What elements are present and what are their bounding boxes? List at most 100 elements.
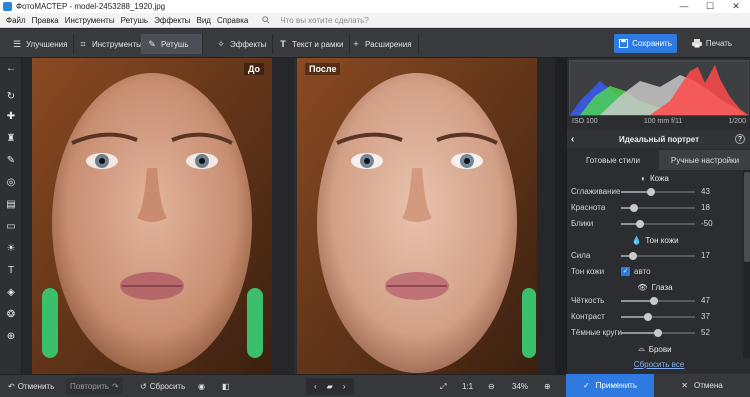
fill-icon[interactable]: ◈ [4,286,18,300]
gradient-icon[interactable]: ▤ [4,198,18,212]
prev-file-icon[interactable]: ‹ [314,382,317,391]
tab-retouch[interactable]: ✎ Ретушь [141,34,203,54]
zoom-1to1-button[interactable]: 1:1 [462,378,473,395]
tab-text-frames[interactable]: T Текст и рамки [272,34,351,54]
slider-track[interactable] [621,329,695,337]
rotate-icon[interactable]: ↻ [4,90,18,104]
tab-ready-styles[interactable]: Готовые стили [567,150,659,170]
redo-icon: ↷ [112,382,119,391]
compare-eye-button[interactable]: ◉ [198,378,205,395]
save-label: Сохранить [632,39,672,48]
brush-tool-icon[interactable]: ✎ [4,154,18,168]
cancel-button[interactable]: ✕ Отмена [654,374,750,397]
menu-help[interactable]: Справка [217,16,248,25]
magic-wand-icon: ✧ [217,39,225,49]
vignette-icon[interactable]: ▭ [4,220,18,234]
tab-label: Расширения [365,39,412,49]
iso-value: ISO 100 [572,118,598,125]
tab-label: Ретушь [161,39,189,49]
row-label: Контраст [571,312,605,321]
patch-icon[interactable]: ✚ [4,110,18,124]
apply-button[interactable]: ✓ Применить [566,374,654,397]
slider-fill [621,300,655,302]
save-button[interactable]: Сохранить [614,34,677,53]
undo-button[interactable]: ↶ Отменить [8,378,54,395]
slider-track[interactable] [621,220,695,228]
canvas-scrollbar[interactable] [555,58,566,374]
search-placeholder: Что вы хотите сделать? [280,15,369,25]
grid-icon[interactable]: ⊕ [4,330,18,344]
tab-tools[interactable]: ⌗ Инструменты [72,34,149,54]
reset-button[interactable]: ↺ Сбросить [140,378,185,395]
panel-scrollbar[interactable] [743,170,750,358]
back-chevron-icon[interactable]: ‹ [571,134,574,145]
menu-tools[interactable]: Инструменты [65,16,115,25]
stamp-icon[interactable]: ♜ [4,132,18,146]
slider-track[interactable] [621,313,695,321]
tab-manual-settings[interactable]: Ручные настройки [659,150,750,170]
auto-label: авто [634,267,651,276]
photo-before: До [32,58,272,374]
text-icon: T [280,39,286,49]
slider-knob[interactable] [635,220,644,228]
slider-knob[interactable] [629,204,638,212]
reset-all-link[interactable]: Сбросить все [567,360,750,372]
maximize-button[interactable]: ☐ [698,0,722,13]
slider-knob[interactable] [628,252,637,260]
menu-view[interactable]: Вид [196,16,210,25]
tab-label: Улучшения [26,39,68,49]
zoom-out-button[interactable]: ⊖ [488,378,495,395]
eye-icon: 👁 [637,282,648,292]
auto-checkbox[interactable]: ✓ [621,267,630,276]
slider-value: 43 [701,187,710,196]
row-label: Блики [571,219,594,228]
histogram-info: ISO 100 100 mm f/11 1/200 [569,118,749,128]
scroll-thumb[interactable] [744,172,750,262]
menu-search[interactable]: Что вы хотите сделать? [262,15,369,25]
slider-track[interactable] [621,188,695,196]
section-label: Брови [648,344,672,354]
zoom-in-button[interactable]: ⊕ [544,378,551,395]
help-icon[interactable]: ? [735,134,745,144]
redo-button[interactable]: Повторить ↷ [66,378,123,395]
slider-value: 18 [701,203,710,212]
slider-track[interactable] [621,252,695,260]
slider-track[interactable] [621,204,695,212]
menu-retouch[interactable]: Ретушь [121,16,149,25]
folder-icon[interactable]: ▰ [327,382,333,391]
brush-icon: ✎ [148,39,156,49]
tab-extensions[interactable]: + Расширения [345,34,419,54]
row-label: Тёмные круги [571,328,622,337]
menu-edit[interactable]: Правка [32,16,59,25]
histogram-graph [570,65,748,115]
light-icon[interactable]: ☀ [4,242,18,256]
split-view-button[interactable]: ◧ [222,378,230,395]
tab-enhancements[interactable]: ☰ Улучшения [6,34,75,54]
radial-icon[interactable]: ◎ [4,176,18,190]
menu-effects[interactable]: Эффекты [154,16,190,25]
fit-screen-button[interactable]: ⤢ [440,378,446,395]
after-label: После [305,63,341,75]
slider-knob[interactable] [646,188,655,196]
back-arrow-icon[interactable]: ← [4,62,18,76]
zoom-level: 34% [512,382,529,391]
slider-knob[interactable] [643,313,652,321]
undo-icon: ↶ [8,382,15,391]
slider-fill [621,332,658,334]
row-label: Сила [571,251,591,260]
window-title: ФотоМАСТЕР - model-2453288_1920.jpg [16,2,166,11]
slider-knob[interactable] [654,329,662,337]
slider-knob[interactable] [650,297,659,305]
text-tool-icon[interactable]: T [4,264,18,278]
slider-track[interactable] [621,297,695,305]
minus-icon: ⊖ [488,382,495,391]
next-file-icon[interactable]: › [343,382,346,391]
section-label: Тон кожи [645,235,679,245]
close-window-button[interactable]: ✕ [724,0,748,13]
photo-after: После [297,58,537,374]
sticker-icon[interactable]: ❂ [4,308,18,322]
print-button[interactable]: Печать [682,34,742,53]
tab-effects[interactable]: ✧ Эффекты [210,34,274,54]
menu-file[interactable]: Файл [6,16,26,25]
minimize-button[interactable]: — [672,0,696,13]
